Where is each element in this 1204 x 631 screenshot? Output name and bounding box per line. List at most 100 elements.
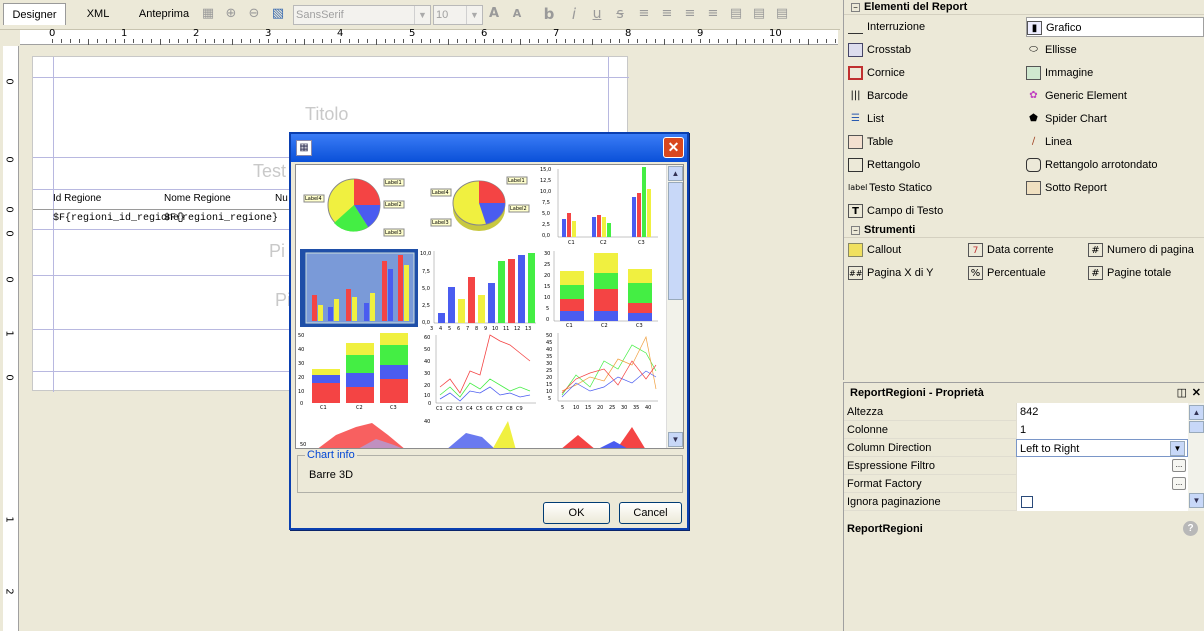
close-icon[interactable]: ✕ [1192,385,1201,401]
property-value[interactable]: ... [1016,475,1188,493]
property-value[interactable]: ... [1016,457,1188,475]
palette-item-grafico[interactable]: ▮ Grafico [1026,17,1204,37]
valign-middle-icon[interactable]: ▤ [751,6,767,22]
zoom-in-icon[interactable]: ⊕ [223,6,239,22]
gallery-scrollbar[interactable]: ▲ ▼ [666,165,683,448]
palette-item-immagine[interactable]: Immagine [1026,63,1204,83]
column-header-nome-regione[interactable]: Nome Regione [164,193,275,204]
palette-item-list[interactable]: ☰ List [848,109,1023,129]
chart-thumb-stacked[interactable]: 30 25 20 15 10 5 0 C1 C2 C3 [544,251,658,329]
palette-item-sotto-report[interactable]: Sotto Report [1026,178,1204,198]
chart-gallery[interactable]: Label1 Label2 Label3 Label4 Label1 Label… [295,164,684,449]
chart-icon: ▮ [1027,21,1042,36]
properties-scrollbar[interactable]: ▲ ▼ [1188,403,1204,511]
align-justify-icon[interactable]: ≡ [659,6,675,22]
database-icon[interactable]: ▦ [200,6,216,22]
italic-icon[interactable]: i [566,6,582,22]
field-regione[interactable]: $F{regioni_regione} [164,213,278,224]
ruler-tick [610,39,611,43]
dialog-titlebar[interactable]: ▦ ✕ [291,134,687,162]
tool-pagine-totale[interactable]: # Pagine totale [1088,263,1204,283]
ellipsis-button[interactable]: ... [1172,459,1186,472]
chart-thumb-area-3d[interactable] [560,427,646,449]
chart-thumb-area[interactable]: 50 [300,423,406,449]
scroll-thumb[interactable] [668,182,683,300]
palette-item-table[interactable]: Table [848,132,1023,152]
font-shrink-icon[interactable]: A [509,6,525,22]
scroll-down-icon[interactable]: ▼ [1189,493,1204,508]
align-right-icon[interactable]: ≡ [705,6,721,22]
palette-item-campo-di-testo[interactable]: T Campo di Testo [848,201,1023,221]
chart-thumb-pie-3d[interactable]: Label1 Label2 Label4 Label3 [430,176,530,231]
font-size-select[interactable]: 10 ▼ [433,5,483,25]
palette-item-barcode[interactable]: ||| Barcode [848,86,1023,106]
close-icon[interactable]: ✕ [663,137,684,158]
palette-item-linea[interactable]: ∕ Linea [1026,132,1204,152]
zoom-out-icon[interactable]: ⊖ [246,6,262,22]
property-row-format-factory[interactable]: Format Factory... [844,475,1188,493]
chart-thumb-bar[interactable]: 15,0 12,5 10,0 7,5 5,0 2,5 0,0 C1 C2 C3 [540,167,658,246]
align-left-icon[interactable]: ≡ [636,6,652,22]
chart-thumb-bar-3d[interactable] [300,249,418,327]
tool-callout[interactable]: Callout [848,240,963,260]
scroll-thumb[interactable] [1189,421,1204,433]
scroll-down-icon[interactable]: ▼ [668,432,683,447]
palette-section-elements[interactable]: − Elementi del Report [844,0,1204,15]
property-row-colonne[interactable]: Colonne 1 [844,421,1188,439]
chart-thumb-xy-line[interactable]: 50 45 40 35 30 25 20 15 10 5 5 10 15 20 … [546,333,658,411]
tool-data-corrente[interactable]: 7 Data corrente [968,240,1083,260]
property-value[interactable]: 1 [1016,421,1188,439]
palette-item-spider-chart[interactable]: ⬟ Spider Chart [1026,109,1204,129]
valign-bottom-icon[interactable]: ▤ [774,6,790,22]
collapse-icon[interactable]: − [851,225,860,235]
chevron-down-icon[interactable]: ▼ [1170,441,1185,456]
underline-icon[interactable]: u [589,6,605,22]
chart-thumb-bar-multi[interactable]: 10,0 7,5 5,0 2,5 0,0 3 4 5 6 7 8 9 10 11… [420,251,536,332]
help-icon[interactable]: ? [1183,521,1198,536]
palette-item-testo-statico[interactable]: label Testo Statico [848,178,1023,198]
chart-thumb-stacked-3d[interactable]: 50 40 30 20 10 0 C1 C2 C3 [298,333,408,411]
scroll-up-icon[interactable]: ▲ [1189,405,1204,420]
palette-item-crosstab[interactable]: Crosstab [848,40,1023,60]
bold-icon[interactable]: b [541,6,557,22]
property-row-column-direction[interactable]: Column Direction Left to Right ▼ [844,439,1188,457]
strikethrough-icon[interactable]: s [612,6,628,22]
palette-section-tools[interactable]: − Strumenti [844,223,1204,238]
palette-item-ellisse[interactable]: ⬭ Ellisse [1026,40,1204,60]
property-row-altezza[interactable]: Altezza 842 [844,403,1188,421]
collapse-icon[interactable]: − [851,2,860,12]
tab-xml[interactable]: XML [72,3,124,25]
ignore-pagination-checkbox[interactable] [1021,496,1033,508]
cancel-button[interactable]: Cancel [619,502,682,524]
column-header-id-regione[interactable]: Id Regione [53,193,164,204]
tab-anteprima[interactable]: Anteprima [130,3,198,25]
chart-thumb-area-stacked[interactable]: 40 [424,419,516,449]
palette-item-label: Pagine totale [1107,267,1172,279]
valign-top-icon[interactable]: ▤ [728,6,744,22]
column-direction-select[interactable]: Left to Right ▼ [1016,439,1188,457]
tool-numero-di-pagina[interactable]: # Numero di pagina [1088,240,1204,260]
property-value[interactable]: 842 [1016,403,1188,421]
palette-item-rettangolo-arrotondato[interactable]: Rettangolo arrotondato [1026,155,1204,175]
tool-percentuale[interactable]: % Percentuale [968,263,1083,283]
ok-button[interactable]: OK [543,502,610,524]
ellipsis-button[interactable]: ... [1172,477,1186,490]
palette-item-rettangolo[interactable]: Rettangolo [848,155,1023,175]
chart-thumb-pie[interactable]: Label1 Label2 Label3 Label4 [303,178,405,237]
tab-designer[interactable]: Designer [3,3,66,25]
property-row-espressione-filtro[interactable]: Espressione Filtro... [844,457,1188,475]
tool-pagina-x-di-y[interactable]: ## Pagina X di Y [848,263,963,283]
maximize-icon[interactable]: ◫ [1177,385,1187,401]
property-row-ignora-paginazione[interactable]: Ignora paginazione [844,493,1188,511]
palette-item-generic-element[interactable]: ✿ Generic Element [1026,86,1204,106]
scroll-up-icon[interactable]: ▲ [668,166,683,181]
font-grow-icon[interactable]: A [486,6,502,22]
palette-item-cornice[interactable]: Cornice [848,63,1023,83]
palette-item-interruzione[interactable]: Interruzione [848,17,1023,37]
property-value[interactable] [1016,493,1188,511]
chart-thumb-line[interactable]: 60 50 40 30 20 10 0 C1 C2 C3 C4 C5 C6 C7… [424,334,536,412]
font-family-select[interactable]: SansSerif ▼ [293,5,431,25]
column-header-partial[interactable]: Nu [275,193,288,204]
align-center-icon[interactable]: ≡ [682,6,698,22]
clipboard-icon[interactable]: ▧ [270,6,286,22]
